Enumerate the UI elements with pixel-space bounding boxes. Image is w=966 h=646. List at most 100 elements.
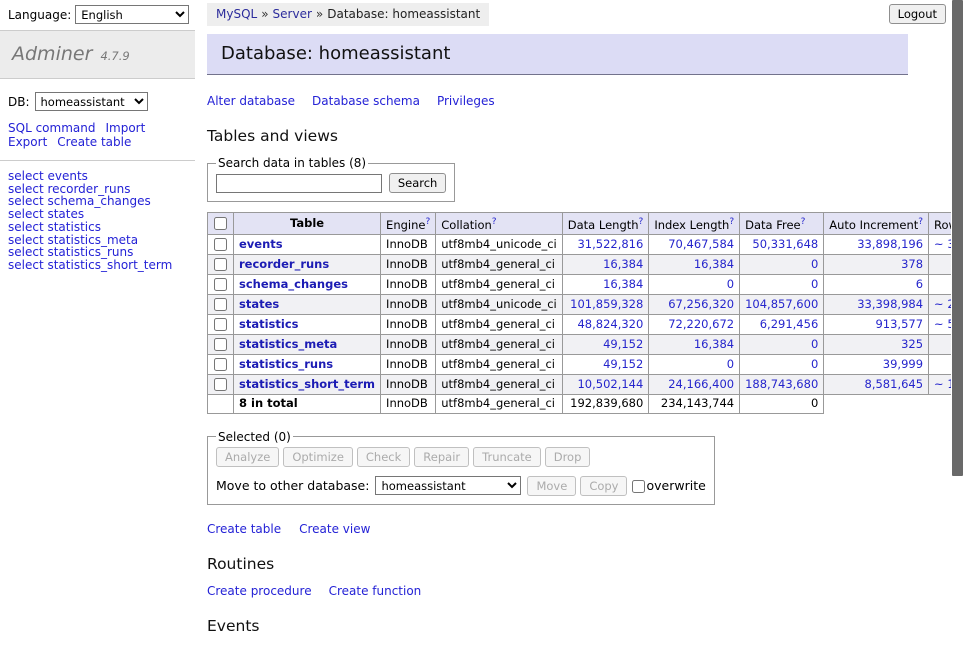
db-link-alter-database[interactable]: Alter database bbox=[207, 94, 295, 108]
sidebar-action-export[interactable]: Export bbox=[8, 136, 47, 149]
data-free-link[interactable]: 0 bbox=[811, 277, 818, 291]
help-superscript: ? bbox=[639, 216, 644, 227]
data-free-link[interactable]: 0 bbox=[811, 357, 818, 371]
data-length-cell: 48,824,320 bbox=[562, 315, 649, 335]
data-length-link[interactable]: 10,502,144 bbox=[577, 377, 643, 391]
auto-increment-link[interactable]: 378 bbox=[901, 257, 923, 271]
index-length-link[interactable]: 0 bbox=[727, 277, 734, 291]
column-header-table: Table bbox=[234, 213, 381, 235]
check-button[interactable]: Check bbox=[357, 447, 410, 467]
table-name-link[interactable]: statistics_runs bbox=[239, 357, 333, 371]
total-engine-cell: InnoDB bbox=[381, 395, 436, 414]
auto-increment-link[interactable]: 33,898,196 bbox=[857, 237, 923, 251]
help-link[interactable]: ? bbox=[729, 217, 734, 227]
index-length-link[interactable]: 0 bbox=[727, 357, 734, 371]
data-length-link[interactable]: 101,859,328 bbox=[570, 297, 643, 311]
optimize-button[interactable]: Optimize bbox=[283, 447, 353, 467]
sidebar-item-select-events[interactable]: select events bbox=[8, 170, 187, 183]
data-free-link[interactable]: 104,857,600 bbox=[745, 297, 818, 311]
auto-increment-link[interactable]: 39,999 bbox=[883, 357, 923, 371]
sidebar-item-select-statistics_short_term[interactable]: select statistics_short_term bbox=[8, 259, 187, 272]
column-label: Engine bbox=[386, 218, 425, 232]
engine-cell: InnoDB bbox=[381, 375, 436, 395]
move-button[interactable]: Move bbox=[527, 476, 576, 496]
auto-increment-link[interactable]: 325 bbox=[901, 337, 923, 351]
table-name-link[interactable]: schema_changes bbox=[239, 277, 348, 291]
data-length-link[interactable]: 31,522,816 bbox=[577, 237, 643, 251]
breadcrumb-link[interactable]: MySQL bbox=[216, 7, 257, 21]
sidebar-action-sql-command[interactable]: SQL command bbox=[8, 122, 95, 135]
logout-button[interactable]: Logout bbox=[889, 4, 946, 24]
search-input[interactable] bbox=[216, 174, 382, 193]
copy-button[interactable]: Copy bbox=[580, 476, 627, 496]
data-free-link[interactable]: 50,331,648 bbox=[752, 237, 818, 251]
index-length-link[interactable]: 67,256,320 bbox=[668, 297, 734, 311]
data-free-cell: 0 bbox=[740, 355, 824, 375]
sidebar-item-select-statistics[interactable]: select statistics bbox=[8, 221, 187, 234]
create-table-link[interactable]: Create table bbox=[207, 522, 281, 536]
create-links: Create table Create view bbox=[207, 522, 908, 536]
help-link[interactable]: ? bbox=[801, 217, 806, 227]
help-link[interactable]: ? bbox=[425, 217, 430, 227]
row-checkbox[interactable] bbox=[214, 338, 227, 351]
overwrite-checkbox[interactable] bbox=[632, 480, 645, 493]
table-name-link[interactable]: states bbox=[239, 297, 279, 311]
drop-button[interactable]: Drop bbox=[545, 447, 591, 467]
index-length-link[interactable]: 72,220,672 bbox=[668, 317, 734, 331]
help-link[interactable]: ? bbox=[639, 217, 644, 227]
page-title: Database: homeassistant bbox=[207, 34, 908, 75]
create-procedure-link[interactable]: Create procedure bbox=[207, 584, 312, 598]
data-length-link[interactable]: 49,152 bbox=[603, 357, 643, 371]
data-length-link[interactable]: 48,824,320 bbox=[577, 317, 643, 331]
breadcrumb-link[interactable]: Server bbox=[273, 7, 312, 21]
row-checkbox[interactable] bbox=[214, 278, 227, 291]
table-name-link[interactable]: statistics_short_term bbox=[239, 377, 375, 391]
breadcrumb-separator: » bbox=[261, 7, 268, 21]
vertical-scrollbar[interactable] bbox=[951, 0, 966, 543]
analyze-button[interactable]: Analyze bbox=[216, 447, 279, 467]
row-checkbox[interactable] bbox=[214, 298, 227, 311]
index-length-link[interactable]: 16,384 bbox=[694, 337, 734, 351]
db-link-privileges[interactable]: Privileges bbox=[437, 94, 495, 108]
table-name-link[interactable]: statistics_meta bbox=[239, 337, 337, 351]
create-function-link[interactable]: Create function bbox=[329, 584, 422, 598]
data-length-link[interactable]: 16,384 bbox=[603, 257, 643, 271]
row-checkbox[interactable] bbox=[214, 318, 227, 331]
row-checkbox[interactable] bbox=[214, 238, 227, 251]
data-free-link[interactable]: 0 bbox=[811, 257, 818, 271]
auto-increment-link[interactable]: 8,581,645 bbox=[865, 377, 924, 391]
repair-button[interactable]: Repair bbox=[414, 447, 469, 467]
data-free-link[interactable]: 188,743,680 bbox=[745, 377, 818, 391]
data-length-link[interactable]: 16,384 bbox=[603, 277, 643, 291]
sidebar-action-create-table[interactable]: Create table bbox=[57, 136, 131, 149]
data-length-link[interactable]: 49,152 bbox=[603, 337, 643, 351]
data-free-link[interactable]: 6,291,456 bbox=[760, 317, 819, 331]
move-db-select[interactable]: homeassistant bbox=[375, 476, 521, 495]
auto-increment-link[interactable]: 913,577 bbox=[875, 317, 923, 331]
search-button[interactable]: Search bbox=[389, 173, 447, 193]
table-name-link[interactable]: events bbox=[239, 237, 283, 251]
db-select[interactable]: homeassistant bbox=[35, 92, 148, 111]
truncate-button[interactable]: Truncate bbox=[473, 447, 541, 467]
language-select[interactable]: English bbox=[75, 5, 189, 24]
sidebar-item-select-states[interactable]: select states bbox=[8, 208, 187, 221]
table-name-link[interactable]: recorder_runs bbox=[239, 257, 329, 271]
data-free-link[interactable]: 0 bbox=[811, 337, 818, 351]
index-length-link[interactable]: 70,467,584 bbox=[668, 237, 734, 251]
help-link[interactable]: ? bbox=[492, 217, 497, 227]
table-name-link[interactable]: statistics bbox=[239, 317, 299, 331]
auto-increment-link[interactable]: 6 bbox=[916, 277, 923, 291]
help-link[interactable]: ? bbox=[918, 217, 923, 227]
row-checkbox[interactable] bbox=[214, 358, 227, 371]
row-checkbox[interactable] bbox=[214, 258, 227, 271]
db-link-database-schema[interactable]: Database schema bbox=[312, 94, 420, 108]
sidebar-action-import[interactable]: Import bbox=[105, 122, 145, 135]
auto-increment-link[interactable]: 33,398,984 bbox=[857, 297, 923, 311]
scrollbar-thumb[interactable] bbox=[952, 0, 963, 476]
index-length-link[interactable]: 16,384 bbox=[694, 257, 734, 271]
index-length-link[interactable]: 24,166,400 bbox=[668, 377, 734, 391]
app-version[interactable]: 4.7.9 bbox=[100, 49, 129, 63]
row-checkbox[interactable] bbox=[214, 378, 227, 391]
create-view-link[interactable]: Create view bbox=[299, 522, 370, 536]
select-all-checkbox[interactable] bbox=[214, 217, 227, 230]
